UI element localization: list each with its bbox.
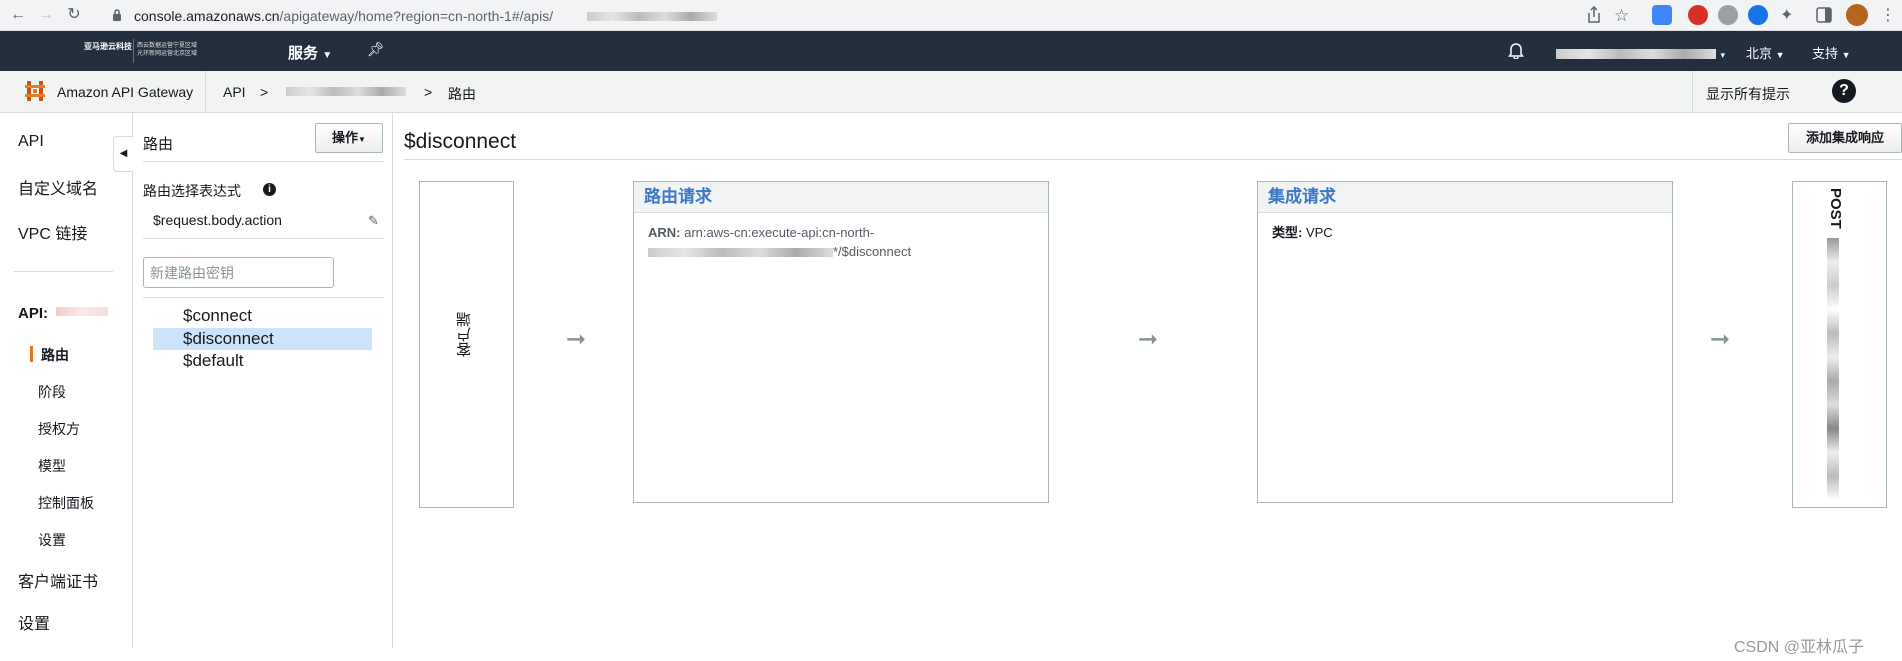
divider xyxy=(205,71,206,113)
nav-item-models[interactable]: 模型 xyxy=(38,456,66,476)
profile-avatar[interactable] xyxy=(1846,4,1868,26)
nav-item-routes[interactable]: 路由 xyxy=(41,345,69,365)
active-indicator xyxy=(30,346,33,362)
info-icon[interactable]: i xyxy=(263,183,276,196)
redacted-endpoint xyxy=(1827,238,1839,500)
route-request-body: ARN: arn:aws-cn:execute-api:cn-north- */… xyxy=(648,225,912,259)
new-route-key-input[interactable] xyxy=(143,257,334,288)
services-menu[interactable]: 服务 ▼ xyxy=(288,42,332,63)
extension-icon[interactable] xyxy=(1748,5,1768,25)
route-item-connect[interactable]: $connect xyxy=(153,305,372,327)
left-navigation: API 自定义域名 VPC 链接 API: 路由 阶段 授权方 模型 控制面板 … xyxy=(0,113,133,648)
nav-item-dashboard[interactable]: 控制面板 xyxy=(38,493,94,513)
route-item-default[interactable]: $default xyxy=(153,350,372,372)
adblock-extension-icon[interactable] xyxy=(1688,5,1708,25)
divider xyxy=(404,159,1902,160)
aws-region-operators: 西云数据运营宁夏区域 光环新网运营北京区域 xyxy=(137,43,198,57)
divider xyxy=(143,238,384,239)
support-menu[interactable]: 支持 ▼ xyxy=(1812,43,1851,62)
bell-icon[interactable] xyxy=(1508,41,1524,59)
route-request-box: 路由请求 ARN: arn:aws-cn:execute-api:cn-nort… xyxy=(633,181,1049,503)
routes-panel-title: 路由 xyxy=(143,136,174,153)
service-header: Amazon API Gateway API > > 路由 显示所有提示 ? xyxy=(0,71,1902,113)
service-name-link[interactable]: Amazon API Gateway xyxy=(57,84,193,100)
collapse-nav-button[interactable]: ◀ xyxy=(113,136,133,172)
sidepanel-icon[interactable] xyxy=(1816,7,1832,23)
route-selection-expression-label: 路由选择表达式 xyxy=(143,183,241,199)
divider xyxy=(143,161,384,162)
nav-item-settings[interactable]: 设置 xyxy=(18,610,50,634)
redacted-arn xyxy=(648,248,833,258)
page-title: $disconnect xyxy=(404,130,517,153)
backend-method-label: POST xyxy=(1827,188,1844,229)
browser-toolbar: ← → ↻ console.amazonaws.cn/apigateway/ho… xyxy=(0,0,1902,31)
share-icon[interactable] xyxy=(1586,6,1602,24)
nav-item-stages[interactable]: 阶段 xyxy=(38,382,66,402)
nav-item-api[interactable]: API xyxy=(18,133,44,151)
divider xyxy=(1692,71,1693,113)
integration-request-box: 集成请求 类型: VPC xyxy=(1257,181,1673,503)
route-request-title[interactable]: 路由请求 xyxy=(634,182,1048,213)
api-gateway-icon[interactable] xyxy=(24,80,46,102)
url-text: console.amazonaws.cn/apigateway/home?reg… xyxy=(134,8,554,24)
account-menu[interactable]: ▾ xyxy=(1556,45,1725,63)
nav-item-authorizers[interactable]: 授权方 xyxy=(38,419,80,439)
pin-icon[interactable]: 📌︎ xyxy=(367,41,385,58)
show-all-hints-link[interactable]: 显示所有提示 xyxy=(1706,84,1790,104)
breadcrumb-separator: > xyxy=(424,84,433,100)
integration-type-value: VPC xyxy=(1305,225,1333,240)
translate-extension-icon[interactable] xyxy=(1652,5,1672,25)
divider xyxy=(143,297,384,298)
chevron-down-icon: ▾ xyxy=(1720,50,1725,60)
integration-request-body: 类型: VPC xyxy=(1272,225,1333,240)
back-icon[interactable]: ← xyxy=(8,5,28,25)
chevron-down-icon: ▼ xyxy=(1841,50,1851,60)
more-menu-icon[interactable]: ⋮ xyxy=(1880,5,1896,25)
nav-api-label: API: xyxy=(18,305,48,322)
breadcrumb-current: 路由 xyxy=(448,86,476,102)
forward-icon[interactable]: → xyxy=(36,5,56,25)
region-menu[interactable]: 北京 ▼ xyxy=(1746,43,1785,62)
breadcrumb-separator: > xyxy=(260,84,269,100)
client-box[interactable]: 客户端 xyxy=(419,181,514,508)
redacted-account xyxy=(1556,48,1716,59)
arrow-right-icon: ➞ xyxy=(566,326,587,353)
pencil-icon[interactable]: ✎ xyxy=(368,213,379,229)
client-label: 客户端 xyxy=(456,312,473,357)
address-bar[interactable]: console.amazonaws.cn/apigateway/home?reg… xyxy=(104,3,1634,28)
breadcrumb-api[interactable]: API xyxy=(223,84,246,100)
routes-panel: 路由 操作▼ 路由选择表达式 i $request.body.action ✎ … xyxy=(133,113,393,648)
aws-top-nav: 亚马逊云科技 西云数据运营宁夏区域 光环新网运营北京区域 服务 ▼ 📌︎ ▾ 北… xyxy=(0,31,1902,71)
extension-icon[interactable] xyxy=(1718,5,1738,25)
arn-suffix: */$disconnect xyxy=(833,244,912,259)
redacted-url xyxy=(587,12,717,21)
nav-item-vpc-links[interactable]: VPC 链接 xyxy=(18,220,87,244)
help-icon[interactable]: ? xyxy=(1832,79,1856,103)
route-selection-expression-value: $request.body.action xyxy=(153,212,282,228)
actions-button[interactable]: 操作▼ xyxy=(315,123,383,153)
arrow-right-icon: ➞ xyxy=(1710,326,1731,353)
route-item-disconnect[interactable]: $disconnect xyxy=(153,328,372,350)
lock-icon xyxy=(112,9,122,22)
integration-request-title[interactable]: 集成请求 xyxy=(1258,182,1672,213)
logo-divider xyxy=(133,39,134,63)
nav-item-client-certificates[interactable]: 客户端证书 xyxy=(18,568,98,592)
backend-endpoint-box[interactable]: POST xyxy=(1792,181,1887,508)
bookmark-star-icon[interactable]: ☆ xyxy=(1614,6,1629,26)
arrow-right-icon: ➞ xyxy=(1138,326,1159,353)
reload-icon[interactable]: ↻ xyxy=(64,5,84,25)
divider xyxy=(14,271,113,272)
nav-item-api-settings[interactable]: 设置 xyxy=(38,530,66,550)
chevron-down-icon: ▼ xyxy=(358,135,366,144)
redacted-api-name[interactable] xyxy=(286,87,406,96)
arn-value: arn:aws-cn:execute-api:cn-north- xyxy=(684,225,875,240)
add-integration-response-button[interactable]: 添加集成响应 xyxy=(1788,123,1902,153)
watermark: CSDN @亚林瓜子 xyxy=(1734,639,1865,656)
puzzle-icon[interactable]: ✦ xyxy=(1780,5,1793,25)
chevron-down-icon: ▼ xyxy=(322,50,333,61)
nav-item-custom-domains[interactable]: 自定义域名 xyxy=(18,175,98,199)
chevron-down-icon: ▼ xyxy=(1775,50,1785,60)
redacted-api-name xyxy=(56,307,108,316)
aws-logo[interactable]: 亚马逊云科技 xyxy=(84,42,132,51)
